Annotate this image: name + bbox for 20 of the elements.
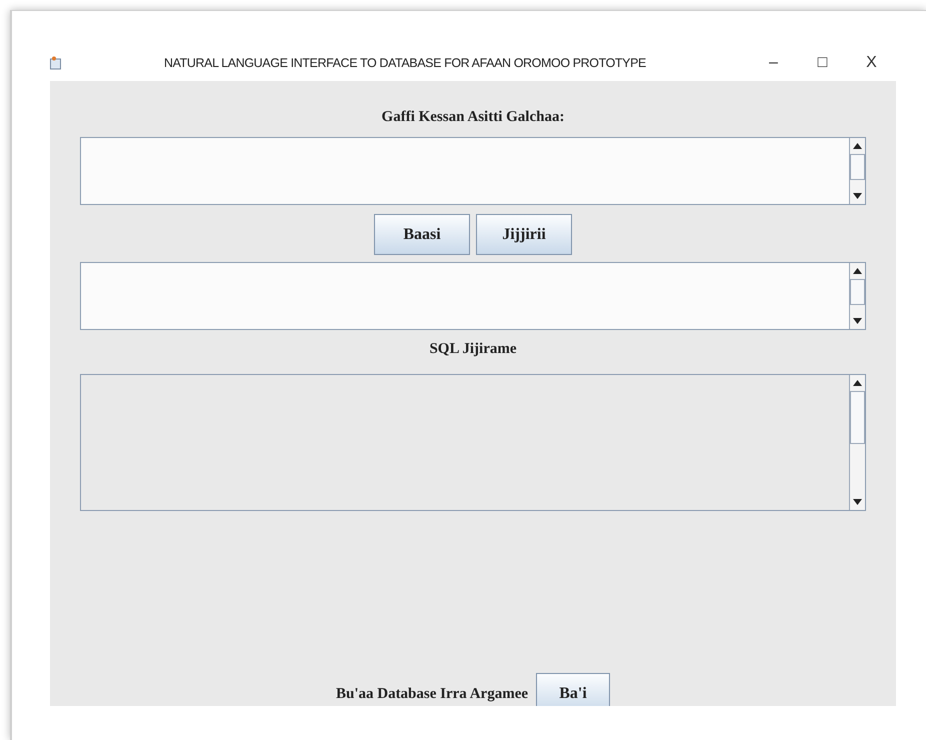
- scroll-up-icon[interactable]: [853, 268, 862, 274]
- sql-label: SQL Jijirame: [429, 340, 517, 359]
- app-icon: [50, 56, 61, 70]
- action-button[interactable]: Baasi: [374, 214, 470, 255]
- window-control[interactable]: –: [749, 51, 798, 75]
- scroll-up-icon[interactable]: [853, 380, 862, 386]
- scroll-down-icon[interactable]: [853, 193, 862, 199]
- question-label: Gaffi Kessan Asitti Galchaa:: [382, 108, 564, 127]
- window-control[interactable]: □: [798, 51, 847, 75]
- result-label: Bu'aa Database Irra Argamee: [336, 685, 528, 704]
- scrollbar[interactable]: [849, 375, 865, 510]
- exit-button[interactable]: Ba'i: [536, 673, 610, 706]
- window-control[interactable]: X: [847, 51, 896, 75]
- scrollbar[interactable]: [849, 138, 865, 204]
- scroll-down-icon[interactable]: [853, 499, 862, 505]
- action-button[interactable]: Jijjirii: [476, 214, 572, 255]
- scrollbar[interactable]: [849, 263, 865, 329]
- scroll-down-icon[interactable]: [853, 318, 862, 324]
- window-title: NATURAL LANGUAGE INTERFACE TO DATABASE FOR AFAAN OROMOO PROTOTYPE: [163, 54, 647, 72]
- scroll-up-icon[interactable]: [853, 143, 862, 149]
